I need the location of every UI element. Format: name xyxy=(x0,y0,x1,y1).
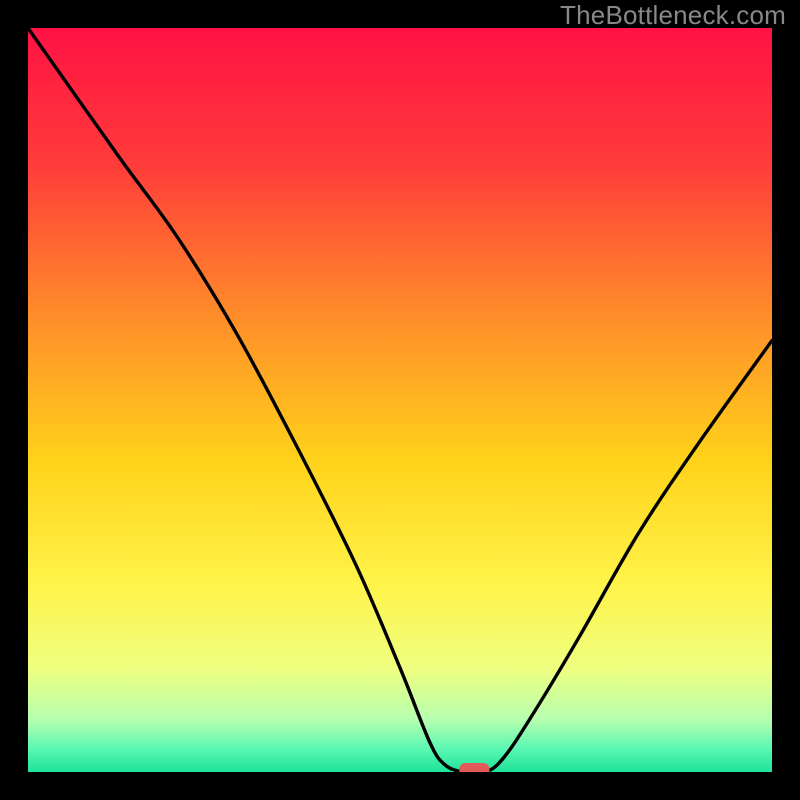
chart-frame: TheBottleneck.com xyxy=(0,0,800,800)
watermark-text: TheBottleneck.com xyxy=(560,0,786,31)
bottleneck-chart xyxy=(28,28,772,772)
optimum-marker xyxy=(459,763,489,772)
gradient-background xyxy=(28,28,772,772)
